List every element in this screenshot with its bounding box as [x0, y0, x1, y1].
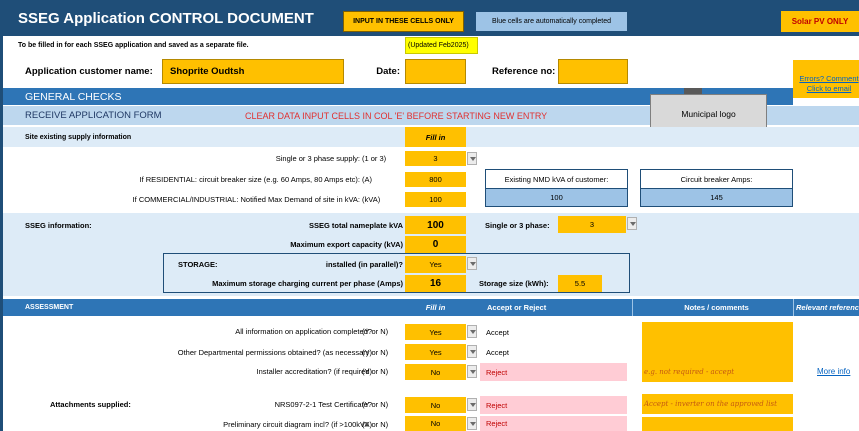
storage-size-label: Storage size (kWh): — [479, 278, 549, 288]
assessment-row-label: All information on application completed… — [235, 327, 372, 336]
storage-label: STORAGE: — [178, 259, 218, 269]
assessment-row-note[interactable]: Accept - inverter on the approved list — [642, 394, 793, 414]
assessment-row-note[interactable] — [642, 417, 793, 431]
general-checks-heading: GENERAL CHECKS — [25, 90, 122, 103]
assessment-row-input[interactable]: Yes — [405, 344, 466, 360]
col-fill-in: Fill in — [425, 303, 446, 312]
notified-max-demand-input[interactable]: 100 — [405, 192, 466, 207]
assessment-heading: ASSESSMENT — [25, 304, 74, 311]
assessment-row-unit: (Y or N) — [362, 400, 389, 409]
supply-row-unit: (A) — [362, 175, 372, 184]
phase-supply-input[interactable]: 3 — [405, 151, 466, 166]
date-field[interactable] — [405, 59, 466, 84]
assessment-row-note[interactable]: e.g. not required - accept — [642, 362, 793, 382]
page-title: SSEG Application CONTROL DOCUMENT — [18, 9, 314, 27]
storage-size-input[interactable]: 5.5 — [558, 275, 602, 292]
sseg-phase-dropdown[interactable] — [627, 217, 637, 230]
storage-installed-label: installed (in parallel)? — [325, 259, 403, 269]
assessment-row-note[interactable] — [642, 341, 793, 362]
max-export-input[interactable]: 0 — [405, 236, 466, 253]
sseg-heading: SSEG information: — [25, 220, 92, 230]
assessment-col-divider — [793, 299, 794, 316]
supply-row-label: Single or 3 phase supply: — [275, 154, 360, 163]
sseg-phase-label: Single or 3 phase: — [485, 220, 550, 230]
customer-name-label: Application customer name: — [25, 65, 153, 77]
supply-row-unit: (kVA) — [362, 195, 381, 204]
clear-data-warning: CLEAR DATA INPUT CELLS IN COL 'E' BEFORE… — [245, 110, 548, 121]
assessment-row-label: Installer accreditation? (if required) — [256, 367, 372, 376]
assessment-row-dropdown[interactable] — [467, 345, 477, 358]
assessment-row-unit: (Y or N) — [362, 419, 389, 429]
assessment-row-label: NRS097-2-1 Test Certificate? — [274, 400, 372, 409]
col-reference: Relevant reference — [796, 303, 859, 312]
fill-in-header: Fill in — [405, 127, 466, 147]
supply-row-unit: (1 or 3) — [362, 154, 387, 163]
assessment-row-input[interactable]: No — [405, 416, 466, 431]
input-cells-note: INPUT IN THESE CELLS ONLY — [343, 11, 464, 32]
assessment-row-input[interactable]: No — [405, 397, 466, 413]
col-notes: Notes / comments — [684, 303, 749, 312]
max-export-label: Maximum export capacity (kVA) — [290, 239, 403, 249]
circuit-breaker-amps-value: 145 — [640, 188, 793, 207]
assessment-row-unit: (Y or N) — [362, 367, 389, 376]
storage-installed-dropdown[interactable] — [467, 257, 477, 270]
reference-field[interactable] — [558, 59, 628, 84]
fill-instructions: To be filled in for each SSEG applicatio… — [18, 42, 249, 49]
assessment-row-unit: (Y or N) — [362, 327, 389, 336]
assessment-row-result: Reject — [480, 363, 627, 381]
phase-supply-dropdown[interactable] — [467, 152, 477, 165]
charging-current-input[interactable]: 16 — [405, 275, 466, 292]
date-label: Date: — [376, 65, 400, 77]
assessment-row-label: Preliminary circuit diagram incl? (if >1… — [223, 419, 372, 429]
sseg-nameplate-label: SSEG total nameplate kVA — [308, 220, 403, 230]
site-supply-heading: Site existing supply information — [25, 133, 132, 141]
customer-name-field[interactable]: Shoprite Oudtsh — [162, 59, 344, 84]
assessment-row-note[interactable] — [642, 322, 793, 341]
solar-pv-note: Solar PV ONLY — [781, 11, 859, 32]
click-to-email-link[interactable]: Click to email — [793, 84, 859, 93]
supply-row-label: If RESIDENTIAL: circuit breaker size (e.… — [139, 175, 361, 184]
assessment-row-dropdown[interactable] — [467, 417, 477, 430]
assessment-row-unit: (Y or N) — [362, 348, 389, 357]
assessment-row-dropdown[interactable] — [467, 325, 477, 338]
more-info-link[interactable]: More info — [817, 364, 859, 379]
receive-form-label: RECEIVE APPLICATION FORM — [25, 110, 162, 121]
updated-note: (Updated Feb2025) — [405, 37, 478, 54]
supply-row-label: If COMMERCIAL/INDUSTRIAL: Notified Max D… — [132, 195, 360, 204]
window-left-border — [0, 0, 3, 431]
existing-nmd-label: Existing NMD kVA of customer: — [485, 169, 628, 188]
blue-cells-note: Blue cells are automatically completed — [475, 11, 628, 32]
circuit-breaker-amps-label: Circuit breaker Amps: — [640, 169, 793, 188]
breaker-size-input[interactable]: 800 — [405, 172, 466, 187]
errors-comment-link[interactable]: Errors? Comment — [793, 74, 859, 83]
existing-nmd-value: 100 — [485, 188, 628, 207]
assessment-row-dropdown[interactable] — [467, 398, 477, 411]
assessment-row-input[interactable]: Yes — [405, 324, 466, 340]
assessment-row-result: Accept — [486, 327, 509, 337]
col-accept-reject: Accept or Reject — [487, 303, 547, 312]
sseg-phase-input[interactable]: 3 — [558, 216, 626, 233]
assessment-row-result: Accept — [486, 347, 509, 357]
assessment-row-input[interactable]: No — [405, 364, 466, 380]
assessment-row-label: Other Departmental permissions obtained?… — [177, 348, 372, 357]
storage-installed-input[interactable]: Yes — [405, 256, 466, 273]
assessment-row-result: Reject — [480, 416, 627, 431]
sseg-nameplate-input[interactable]: 100 — [405, 216, 466, 234]
assessment-row-result: Reject — [480, 396, 627, 414]
charging-current-label: Maximum storage charging current per pha… — [212, 278, 403, 288]
reference-label: Reference no: — [492, 65, 556, 77]
assessment-col-divider — [632, 299, 633, 316]
assessment-row-dropdown[interactable] — [467, 365, 477, 378]
